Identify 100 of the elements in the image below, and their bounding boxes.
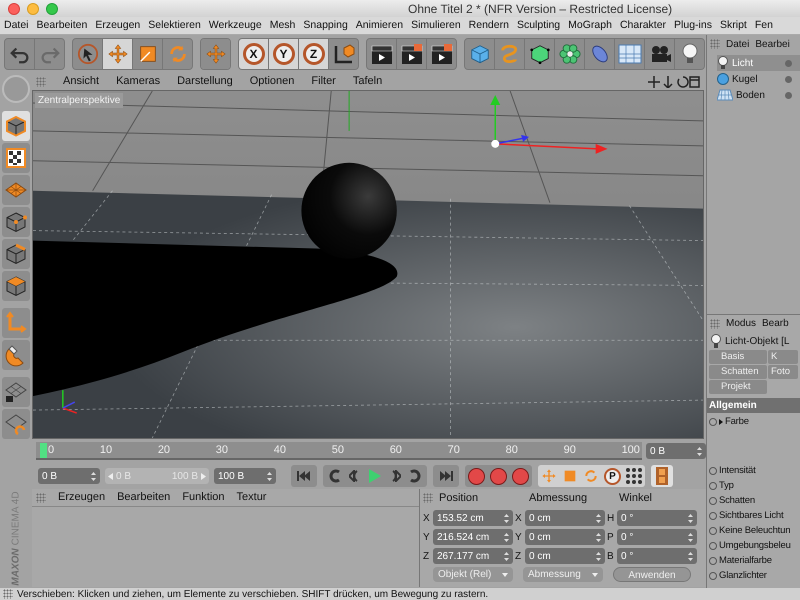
stepper-icon [688,532,693,542]
coordinate-field[interactable]: 0 cm [525,510,605,526]
menu-item[interactable]: Simulieren [411,18,461,34]
menu-item[interactable]: Fen [754,18,773,34]
menu-item[interactable]: Kameras [116,73,160,90]
cube-button[interactable] [465,39,494,69]
menu-item[interactable]: Sculpting [516,18,560,34]
right-arrow-icon[interactable] [201,472,206,480]
menu-item[interactable]: MoGraph [568,18,612,34]
menu-item[interactable]: Plug-ins [674,18,712,34]
deformer-button[interactable] [585,39,614,69]
light-button[interactable] [675,39,704,69]
object-name: Boden [736,88,765,102]
object-row[interactable]: Boden [717,87,800,103]
menu-item[interactable]: Optionen [250,73,294,90]
mode-button[interactable] [2,111,30,141]
menu-item[interactable]: Modus [726,316,756,331]
generator-button[interactable] [525,39,554,69]
render-picture-button[interactable] [397,39,426,69]
render-view-button[interactable] [367,39,396,69]
grip-handle-icon[interactable] [423,493,433,503]
grip-handle-icon[interactable] [36,492,46,502]
next-key-icon[interactable] [409,469,423,483]
menu-item[interactable]: Bearbeiten [117,489,170,506]
menu-item[interactable]: Snapping [303,18,348,34]
expand-triangle-icon[interactable] [719,419,723,425]
render-settings-button[interactable] [427,39,456,69]
skip-forward-icon [439,471,453,481]
previous-key-icon[interactable] [327,469,341,483]
mode-button[interactable] [2,207,30,237]
coordinate-field[interactable]: 0 ° [617,529,697,545]
grip-handle-icon[interactable] [710,318,720,328]
menu-item[interactable]: Datei [4,18,29,34]
menu-item[interactable]: Bearbeiten [36,18,88,34]
coordinate-field[interactable]: 267.177 cm [433,548,513,564]
floor-button[interactable] [615,39,644,69]
tool-button[interactable] [103,39,132,69]
grip-handle-icon[interactable] [3,589,13,599]
grip-handle-icon[interactable] [710,39,720,49]
mode-button[interactable] [2,143,30,173]
axis-label: Y [515,530,523,544]
grid-refresh-icon [4,412,28,436]
menu-item[interactable]: Bearb [762,316,789,331]
menu-item[interactable]: Rendern [468,18,509,34]
coordinate-field[interactable]: 153.52 cm [433,510,513,526]
left-arrow-icon[interactable] [108,472,113,480]
menu-item[interactable]: Funktion [182,489,225,506]
menu-item[interactable]: Werkzeuge [208,18,262,34]
coordinate-field[interactable]: 0 cm [525,548,605,564]
parameter-key-button[interactable]: P [604,468,621,484]
dot-grid-icon[interactable] [626,468,642,484]
go-to-start-button[interactable] [291,465,317,487]
current-frame-field[interactable]: 0 B [646,443,706,459]
grip-handle-icon[interactable] [36,76,46,86]
coordinate-field[interactable]: 216.524 cm [433,529,513,545]
status-text: Verschieben: Klicken und ziehen, um Elemente zu verschieben. SHIFT drücken, um Bewegung zu rastern. [17,588,488,600]
light-gizmo-icon[interactable] [490,95,608,154]
timeline-button[interactable] [651,465,673,487]
minimize-button[interactable] [27,2,39,14]
stepper-icon [688,514,693,522]
menu-item[interactable]: Textur [236,489,266,506]
mode-button[interactable] [2,271,30,301]
menu-item[interactable]: Datei [726,36,750,52]
axis-lock-button[interactable]: X [239,39,268,69]
menu-item[interactable]: Mesh [270,18,296,34]
coordinate-field[interactable]: 0 cm [525,529,605,545]
menu-item[interactable]: Bearbei [755,36,790,52]
viewport-nav-icon[interactable] [648,76,700,88]
object-title: Licht-Objekt [L [725,334,790,348]
coordinate-field[interactable]: 0 ° [617,510,697,526]
coordinate-system-button[interactable] [329,39,358,69]
menu-item[interactable]: Tafeln [352,73,382,90]
tool-button[interactable] [73,39,102,69]
menu-item[interactable]: Darstellung [177,73,233,90]
tool-button[interactable] [133,39,162,69]
close-button[interactable] [8,2,20,14]
zoom-button[interactable] [46,2,58,14]
menu-item[interactable]: Animieren [356,18,404,34]
menu-item[interactable]: Filter [311,73,336,90]
caret-icon [592,572,598,576]
object-row[interactable]: Kugel [717,71,800,87]
mode-button[interactable] [2,239,30,269]
axis-label: B [607,550,615,564]
start-frame-field[interactable]: 0 B [38,468,100,484]
menu-item[interactable]: Erzeugen [95,18,140,34]
menu-item[interactable]: Charakter [620,18,666,34]
stepper-icon [596,552,601,560]
menu-item[interactable]: Erzeugen [58,489,106,506]
end-frame-field[interactable]: 100 B [214,468,276,484]
menu-item[interactable]: Selektieren [148,18,201,34]
tool-button[interactable] [5,39,34,69]
axis-label: Z [515,550,522,564]
menu-item[interactable]: Skript [720,18,747,34]
array-button[interactable] [555,39,584,69]
menu-item[interactable]: Ansicht [63,73,100,90]
go-to-end-button[interactable] [433,465,459,487]
camera-button[interactable] [645,39,674,69]
axis-lock-button[interactable]: Z [299,39,328,69]
axis-lock-button[interactable]: Y [269,39,298,69]
coordinate-field[interactable]: 0 ° [617,548,697,564]
